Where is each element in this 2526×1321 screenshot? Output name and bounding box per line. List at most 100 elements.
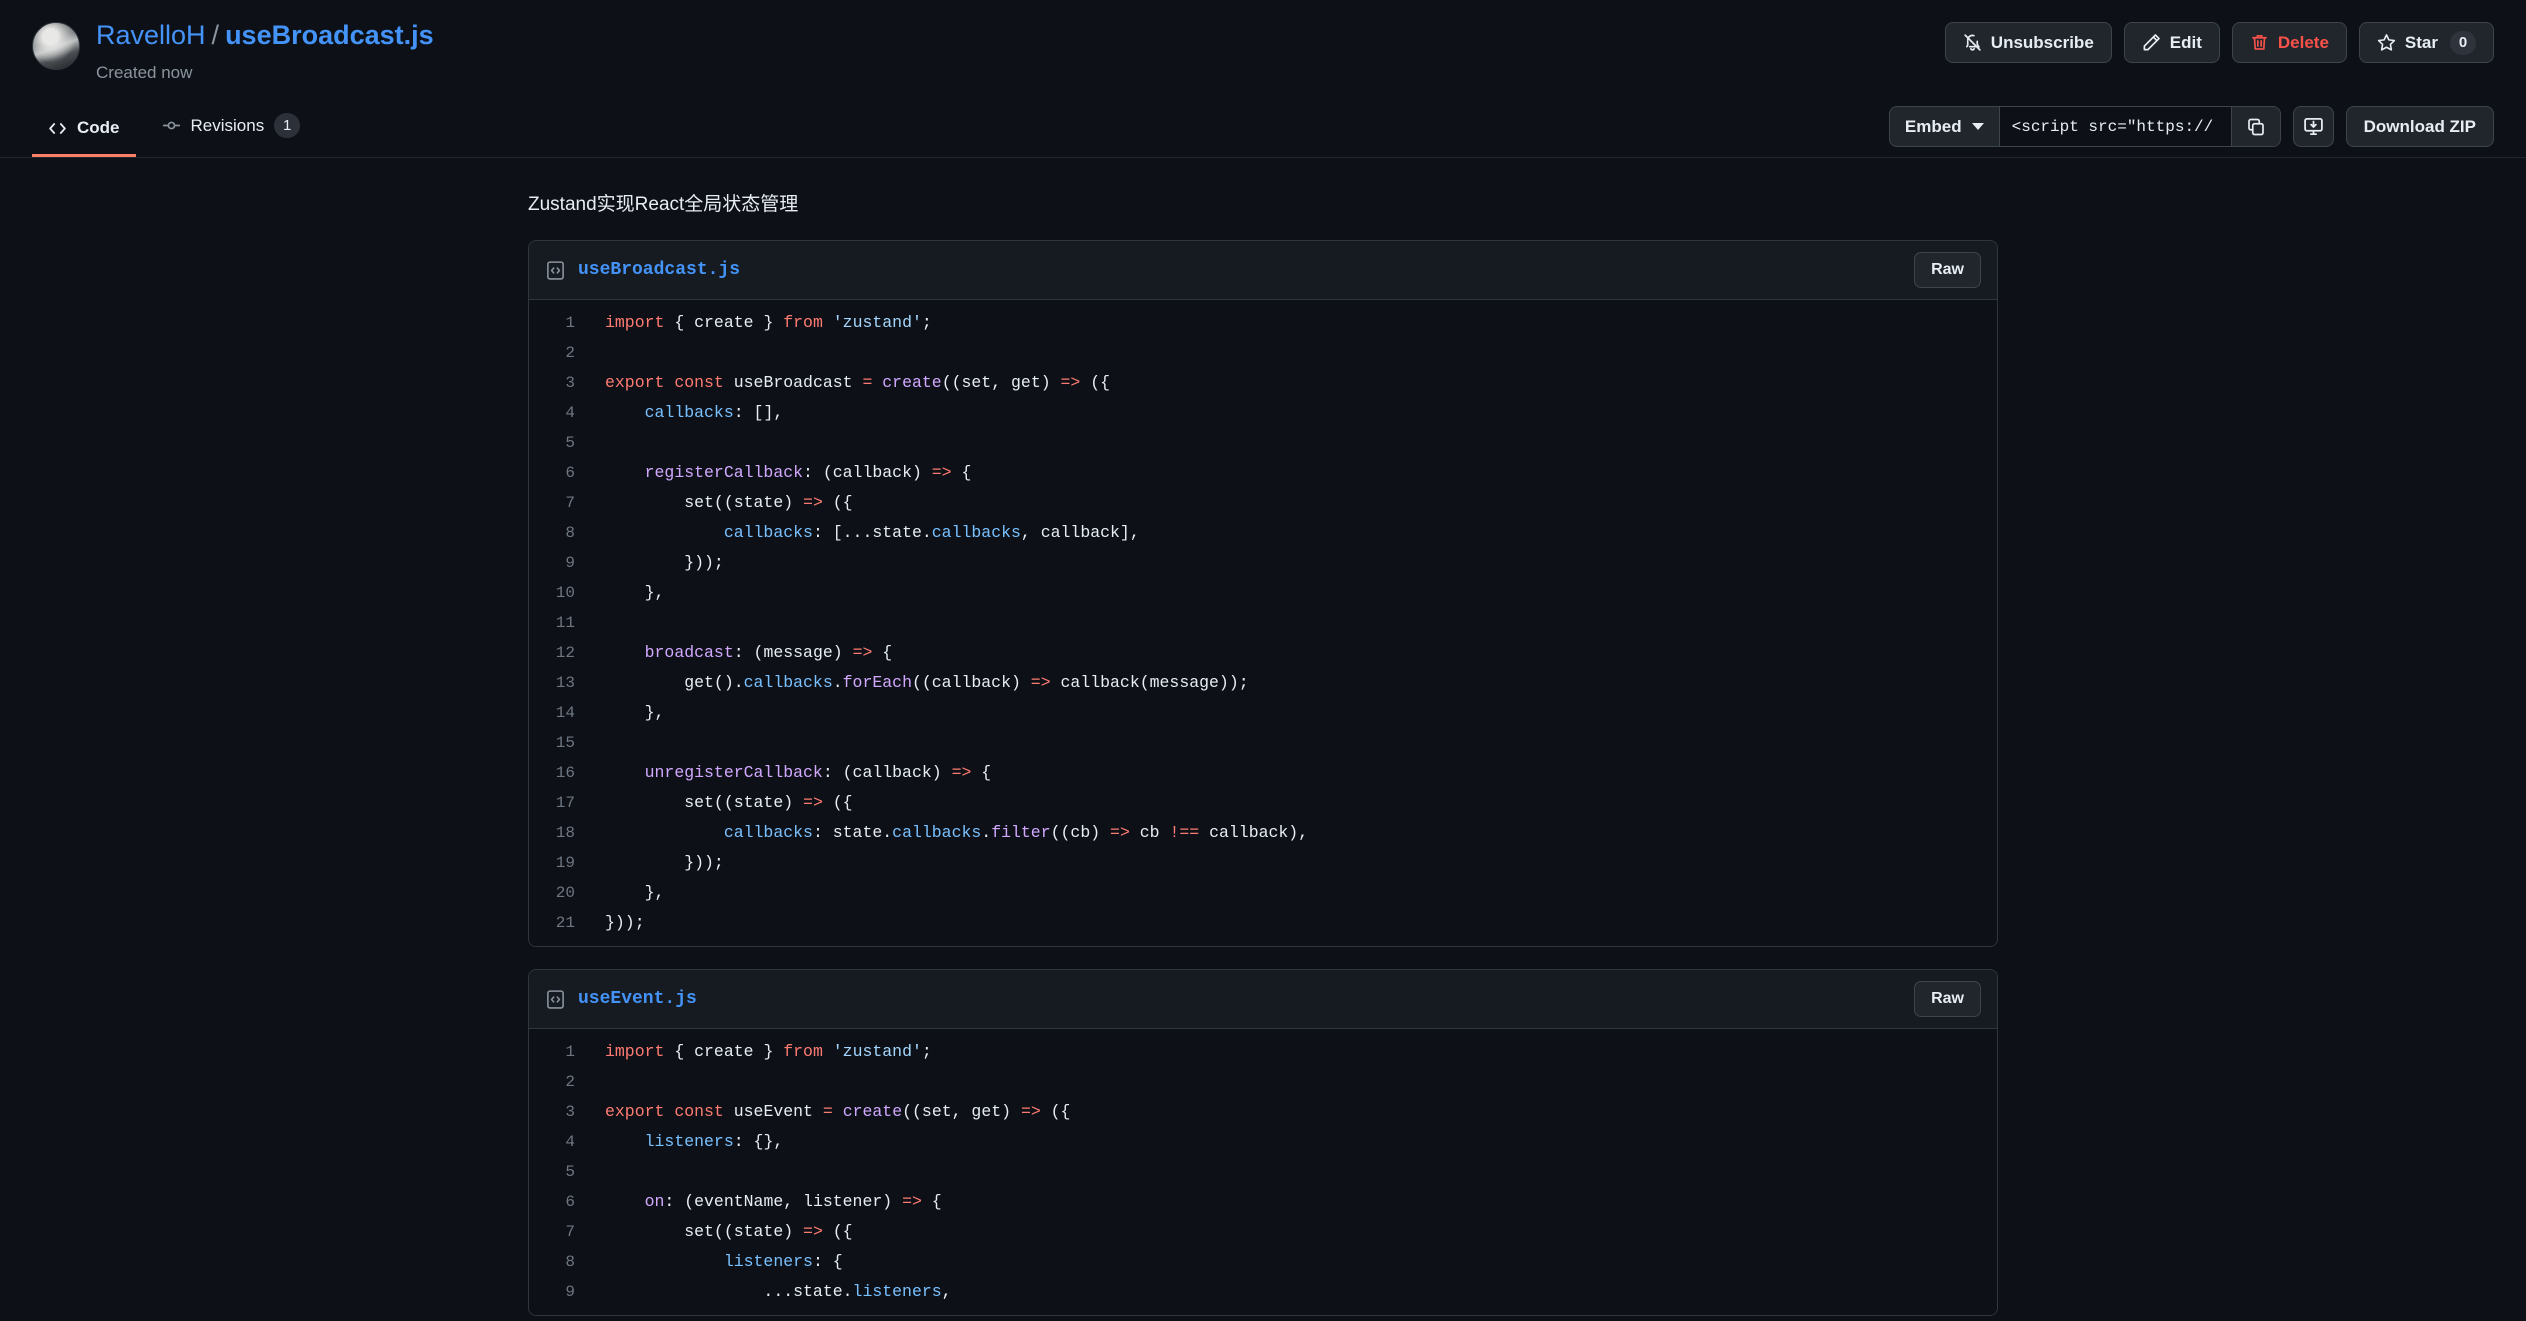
line-number[interactable]: 1 (529, 308, 591, 338)
code-line: 10 }, (529, 578, 1997, 608)
line-number[interactable]: 9 (529, 1277, 591, 1307)
line-number[interactable]: 21 (529, 908, 591, 938)
line-content[interactable]: unregisterCallback: (callback) => { (591, 758, 1997, 788)
line-number[interactable]: 8 (529, 1247, 591, 1277)
file-header: useEvent.js Raw (529, 970, 1997, 1029)
line-content[interactable]: })); (591, 908, 1997, 938)
gist-content: Zustand实现React全局状态管理 useBroadcast.js Raw 1… (0, 158, 2526, 1316)
line-number[interactable]: 6 (529, 1187, 591, 1217)
line-number[interactable]: 12 (529, 638, 591, 668)
desktop-download-icon (2303, 116, 2324, 137)
line-content[interactable]: callbacks: state.callbacks.filter((cb) =… (591, 818, 1997, 848)
line-number[interactable]: 14 (529, 698, 591, 728)
raw-button[interactable]: Raw (1914, 981, 1981, 1017)
desktop-download-button[interactable] (2292, 106, 2334, 147)
line-content[interactable]: set((state) => ({ (591, 1217, 1997, 1247)
owner-link[interactable]: RavelloH (96, 20, 206, 50)
edit-button[interactable]: Edit (2123, 22, 2220, 63)
line-number[interactable]: 7 (529, 1217, 591, 1247)
line-number[interactable]: 13 (529, 668, 591, 698)
tab-revisions-label: Revisions (190, 115, 265, 135)
line-number[interactable]: 4 (529, 398, 591, 428)
code-line: 8 callbacks: [...state.callbacks, callba… (529, 518, 1997, 548)
code-line: 5 (529, 428, 1997, 458)
unsubscribe-button[interactable]: Unsubscribe (1944, 22, 2112, 63)
line-number[interactable]: 7 (529, 488, 591, 518)
code-line: 4 callbacks: [], (529, 398, 1997, 428)
raw-button[interactable]: Raw (1914, 252, 1981, 288)
file-name[interactable]: useEvent.js (578, 989, 697, 1009)
code-line: 2 (529, 1067, 1997, 1097)
line-number[interactable]: 9 (529, 548, 591, 578)
tab-code[interactable]: Code (32, 106, 136, 157)
line-content[interactable]: callbacks: [], (591, 398, 1997, 428)
line-number[interactable]: 20 (529, 878, 591, 908)
line-content[interactable]: ...state.listeners, (591, 1277, 1997, 1307)
line-content[interactable]: }, (591, 698, 1997, 728)
tab-code-label: Code (77, 118, 120, 137)
gist-page: RavelloH / useBroadcast.js Created now Uns… (0, 0, 2526, 1321)
star-icon (2377, 33, 2396, 52)
line-number[interactable]: 19 (529, 848, 591, 878)
line-content[interactable]: }, (591, 578, 1997, 608)
line-number[interactable]: 15 (529, 728, 591, 758)
line-content[interactable]: set((state) => ({ (591, 488, 1997, 518)
line-number[interactable]: 16 (529, 758, 591, 788)
line-number[interactable]: 1 (529, 1037, 591, 1067)
git-commit-icon (162, 116, 181, 135)
line-content[interactable]: listeners: {}, (591, 1127, 1997, 1157)
line-content[interactable]: listeners: { (591, 1247, 1997, 1277)
star-button[interactable]: Star 0 (2358, 22, 2494, 63)
code-line: 2 (529, 338, 1997, 368)
line-content[interactable]: })); (591, 548, 1997, 578)
line-number[interactable]: 2 (529, 338, 591, 368)
line-number[interactable]: 17 (529, 788, 591, 818)
line-content[interactable]: export const useEvent = create((set, get… (591, 1097, 1997, 1127)
line-number[interactable]: 11 (529, 608, 591, 638)
code-line: 18 callbacks: state.callbacks.filter((cb… (529, 818, 1997, 848)
line-number[interactable]: 18 (529, 818, 591, 848)
embed-select[interactable]: Embed (1890, 107, 2000, 146)
line-number[interactable]: 4 (529, 1127, 591, 1157)
line-content[interactable]: callbacks: [...state.callbacks, callback… (591, 518, 1997, 548)
line-content[interactable]: registerCallback: (callback) => { (591, 458, 1997, 488)
line-content[interactable]: import { create } from 'zustand'; (591, 308, 1997, 338)
gist-tabs: Code Revisions 1 (32, 101, 316, 157)
code-line: 15 (529, 728, 1997, 758)
line-number[interactable]: 2 (529, 1067, 591, 1097)
line-number[interactable]: 5 (529, 1157, 591, 1187)
line-content[interactable]: set((state) => ({ (591, 788, 1997, 818)
line-content[interactable]: })); (591, 848, 1997, 878)
avatar[interactable] (32, 22, 80, 70)
code-line: 12 broadcast: (message) => { (529, 638, 1997, 668)
line-content[interactable]: }, (591, 878, 1997, 908)
copy-icon (2246, 117, 2266, 137)
code-line: 6 registerCallback: (callback) => { (529, 458, 1997, 488)
line-content[interactable]: broadcast: (message) => { (591, 638, 1997, 668)
delete-button[interactable]: Delete (2231, 22, 2347, 63)
header-actions: Unsubscribe Edit Delete Star 0 (1944, 18, 2494, 63)
line-number[interactable]: 6 (529, 458, 591, 488)
embed-url-input[interactable] (1999, 107, 2232, 146)
line-content[interactable]: on: (eventName, listener) => { (591, 1187, 1997, 1217)
delete-label: Delete (2277, 32, 2329, 52)
tab-revisions[interactable]: Revisions 1 (146, 101, 317, 157)
line-number[interactable]: 3 (529, 1097, 591, 1127)
file-name[interactable]: useBroadcast.js (578, 260, 740, 280)
gist-filename-link[interactable]: useBroadcast.js (225, 20, 434, 50)
trash-icon (2250, 33, 2269, 52)
code-line: 20 }, (529, 878, 1997, 908)
gist-content-inner: Zustand实现React全局状态管理 useBroadcast.js Raw 1… (528, 192, 1998, 1316)
code-line: 1 import { create } from 'zustand'; (529, 1037, 1997, 1067)
line-number[interactable]: 3 (529, 368, 591, 398)
line-number[interactable]: 10 (529, 578, 591, 608)
code-line: 13 get().callbacks.forEach((callback) =>… (529, 668, 1997, 698)
line-number[interactable]: 8 (529, 518, 591, 548)
line-content[interactable]: import { create } from 'zustand'; (591, 1037, 1997, 1067)
copy-embed-button[interactable] (2231, 107, 2280, 146)
download-zip-button[interactable]: Download ZIP (2345, 106, 2494, 147)
line-number[interactable]: 5 (529, 428, 591, 458)
code-line: 3 export const useBroadcast = create((set… (529, 368, 1997, 398)
line-content[interactable]: get().callbacks.forEach((callback) => ca… (591, 668, 1997, 698)
line-content[interactable]: export const useBroadcast = create((set,… (591, 368, 1997, 398)
